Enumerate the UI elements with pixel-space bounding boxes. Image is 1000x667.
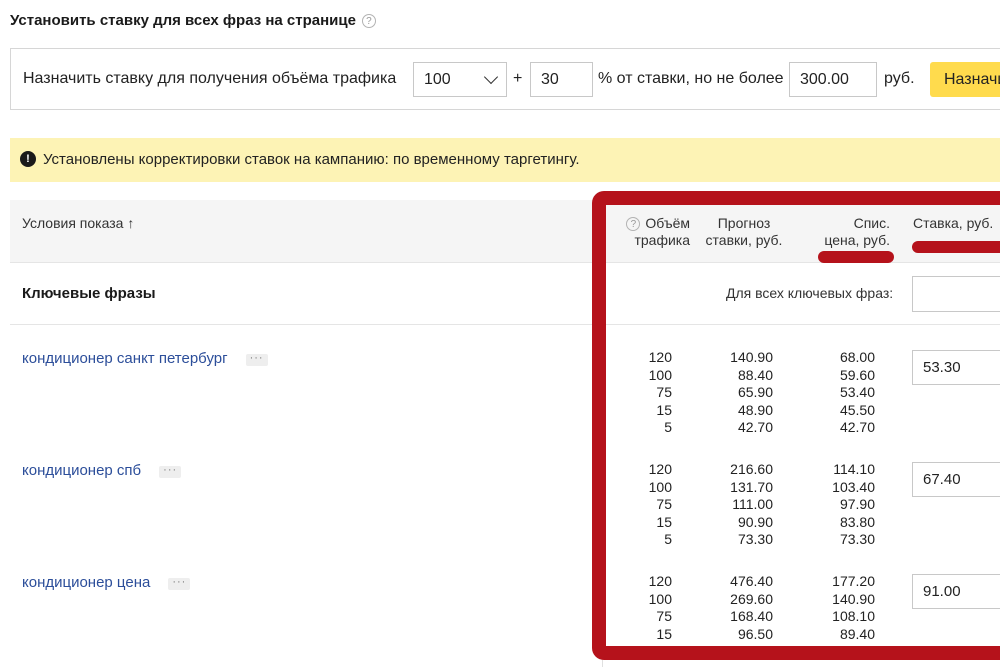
keyword-text: кондиционер санкт петербург xyxy=(22,350,228,367)
bid-panel-label: Назначить ставку для получения объёма тр… xyxy=(23,70,397,87)
plus-sign: + xyxy=(513,70,523,87)
notice-text: Установлены корректировки ставок на камп… xyxy=(43,151,580,168)
percent-input[interactable]: 30 xyxy=(530,62,593,97)
max-bid-input[interactable]: 300.00 xyxy=(789,62,877,97)
more-icon[interactable]: ··· xyxy=(168,577,191,590)
page-title-text: Установить ставку для всех фраз на стран… xyxy=(10,12,356,29)
keyword-text: кондиционер цена xyxy=(22,574,151,591)
info-icon: ! xyxy=(20,151,36,167)
more-icon[interactable]: ··· xyxy=(245,353,268,366)
conditions-sort-header[interactable]: Условия показа ↑ xyxy=(22,215,134,231)
keyword-link[interactable]: кондиционер цена ··· xyxy=(22,574,191,591)
assign-button[interactable]: Назначить xyxy=(930,62,1000,97)
currency-label: руб. xyxy=(884,70,915,87)
keyword-link[interactable]: кондиционер санкт петербург ··· xyxy=(22,350,268,367)
help-icon[interactable]: ? xyxy=(361,14,376,28)
percent-label: % от ставки, но не более xyxy=(598,70,784,87)
keyword-link[interactable]: кондиционер спб ··· xyxy=(22,462,182,479)
page-title: Установить ставку для всех фраз на стран… xyxy=(10,12,376,29)
keywords-section-title: Ключевые фразы xyxy=(22,285,156,302)
traffic-volume-value: 100 xyxy=(424,71,451,88)
chevron-down-icon xyxy=(483,69,499,85)
keyword-text: кондиционер спб xyxy=(22,462,142,479)
bid-adjustment-notice: ! Установлены корректировки ставок на ка… xyxy=(10,138,1000,182)
traffic-volume-select[interactable]: 100 xyxy=(413,62,507,97)
annotation-frame xyxy=(592,191,1000,660)
more-icon[interactable]: ··· xyxy=(159,465,182,478)
